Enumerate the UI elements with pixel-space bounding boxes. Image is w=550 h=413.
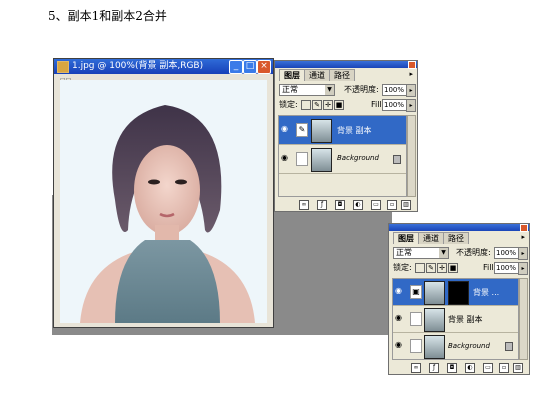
opacity-arrow-button[interactable]: ▸ (406, 84, 416, 97)
lock-icon (393, 155, 401, 164)
minimize-button[interactable]: _ (229, 60, 243, 74)
layer-style-icon[interactable]: ƒ (317, 200, 327, 210)
layer-row[interactable]: ◉ Background (279, 145, 406, 174)
image-window[interactable]: 1.jpg @ 100%(背景 副本,RGB) _ □ × ▭▭ (53, 58, 274, 328)
opacity-label: 不透明度: (456, 248, 491, 257)
lock-move-icon[interactable]: ✛ (437, 263, 447, 273)
eye-icon[interactable]: ◉ (395, 341, 404, 349)
tab-paths[interactable]: 路径 (443, 232, 469, 244)
layer-name[interactable]: Background (448, 342, 490, 350)
step-caption: 5、副本1和副本2合并 (48, 9, 167, 23)
panel-menu-arrow[interactable]: ▸ (521, 233, 525, 241)
new-layer-icon[interactable]: ▫ (387, 200, 397, 210)
chevron-down-icon: ▼ (439, 248, 448, 258)
layer-row[interactable]: ◉ 背景 副本 (393, 306, 518, 333)
image-window-title: 1.jpg @ 100%(背景 副本,RGB) (72, 61, 204, 71)
blend-mode-value: 正常 (282, 85, 298, 94)
folder-icon[interactable]: ▭ (483, 363, 493, 373)
panel-menu-arrow[interactable]: ▸ (409, 70, 413, 78)
layer-name[interactable]: 背景 副本 (337, 125, 372, 136)
layer-thumbnail (311, 148, 332, 172)
tab-layers[interactable]: 图层 (393, 232, 419, 244)
link-icon[interactable]: ∞ (299, 200, 309, 210)
lock-all-icon[interactable]: ■ (334, 100, 344, 110)
link-icon[interactable]: ∞ (411, 363, 421, 373)
tab-channels[interactable]: 通道 (304, 69, 330, 81)
layer-mask-thumbnail (448, 281, 469, 305)
maximize-button[interactable]: □ (243, 60, 257, 74)
opacity-input[interactable]: 100% (382, 84, 409, 96)
opacity-input[interactable]: 100% (494, 247, 521, 259)
panel-top-close-button[interactable] (408, 61, 416, 69)
blend-mode-select[interactable]: 正常 ▼ (393, 247, 449, 259)
fill-input[interactable]: 100% (494, 262, 521, 274)
lock-label: 锁定: (393, 263, 412, 272)
layer-thumbnail (424, 281, 445, 305)
mask-icon[interactable]: ◘ (335, 200, 345, 210)
layer-row[interactable]: ◉ Background (393, 333, 518, 359)
brush-icon: ✎ (296, 123, 308, 137)
folder-icon[interactable]: ▭ (371, 200, 381, 210)
lock-all-icon[interactable]: ■ (448, 263, 458, 273)
lock-brush-icon[interactable]: ✎ (426, 263, 436, 273)
adjustment-icon[interactable]: ◐ (353, 200, 363, 210)
portrait-photo (60, 80, 267, 323)
document-icon (57, 61, 69, 73)
adjustment-icon[interactable]: ◐ (465, 363, 475, 373)
lock-transparent-icon[interactable] (415, 263, 425, 273)
layers-scrollbar[interactable] (407, 115, 416, 197)
eye-icon[interactable]: ◉ (281, 125, 290, 133)
layers-panel-bottom[interactable]: 图层 通道 路径 ▸ 正常 ▼ 不透明度: 100% ▸ 锁定: ✎ ✛ ■ Fill… (388, 223, 530, 375)
panel-bottom-bottom-toolbar: ∞ ƒ ◘ ◐ ▭ ▫ ▥ (389, 360, 529, 374)
panel-top-header[interactable] (275, 61, 417, 69)
layers-scrollbar[interactable] (519, 278, 528, 360)
lock-move-icon[interactable]: ✛ (323, 100, 333, 110)
tab-channels[interactable]: 通道 (418, 232, 444, 244)
opacity-label: 不透明度: (344, 85, 379, 94)
mask-icon[interactable]: ◘ (447, 363, 457, 373)
close-button[interactable]: × (257, 60, 271, 74)
layers-list[interactable]: ◉ ▣ 背景 ... ◉ 背景 副本 ◉ Background (392, 278, 519, 360)
layer-thumbnail (424, 335, 445, 359)
image-window-titlebar[interactable]: 1.jpg @ 100%(背景 副本,RGB) _ □ × (54, 59, 273, 74)
fill-arrow-button[interactable]: ▸ (518, 262, 528, 275)
layer-row[interactable]: ◉ ✎ 背景 副本 (279, 116, 406, 145)
link-slot[interactable] (410, 312, 422, 326)
blend-mode-select[interactable]: 正常 ▼ (279, 84, 335, 96)
layers-panel-top[interactable]: 图层 通道 路径 ▸ 正常 ▼ 不透明度: 100% ▸ 锁定: ✎ ✛ ■ Fill… (274, 60, 418, 212)
tab-paths[interactable]: 路径 (329, 69, 355, 81)
layers-list[interactable]: ◉ ✎ 背景 副本 ◉ Background (278, 115, 407, 197)
new-layer-icon[interactable]: ▫ (499, 363, 509, 373)
panel-bottom-header[interactable] (389, 224, 529, 232)
layer-name[interactable]: Background (337, 154, 379, 162)
tab-layers[interactable]: 图层 (279, 69, 305, 81)
link-slot[interactable] (296, 152, 308, 166)
eye-icon[interactable]: ◉ (281, 154, 290, 162)
layer-row[interactable]: ◉ ▣ 背景 ... (393, 279, 518, 306)
layer-thumbnail (424, 308, 445, 332)
trash-icon[interactable]: ▥ (513, 363, 523, 373)
layer-thumbnail (311, 119, 332, 143)
link-slot[interactable] (410, 339, 422, 353)
lock-icon (505, 342, 513, 351)
opacity-arrow-button[interactable]: ▸ (518, 247, 528, 260)
layer-name[interactable]: 背景 ... (473, 287, 499, 298)
trash-icon[interactable]: ▥ (401, 200, 411, 210)
eye-icon[interactable]: ◉ (395, 314, 404, 322)
fill-input[interactable]: 100% (382, 99, 409, 111)
lock-brush-icon[interactable]: ✎ (312, 100, 322, 110)
fill-arrow-button[interactable]: ▸ (406, 99, 416, 112)
chevron-down-icon: ▼ (325, 85, 334, 95)
photo-canvas[interactable] (60, 80, 267, 323)
blend-mode-value: 正常 (396, 248, 412, 257)
lock-transparent-icon[interactable] (301, 100, 311, 110)
mask-edit-icon: ▣ (410, 285, 422, 299)
lock-label: 锁定: (279, 100, 298, 109)
layer-style-icon[interactable]: ƒ (429, 363, 439, 373)
panel-top-bottom-toolbar: ∞ ƒ ◘ ◐ ▭ ▫ ▥ (275, 197, 417, 211)
panel-bottom-close-button[interactable] (520, 224, 528, 232)
eye-icon[interactable]: ◉ (395, 287, 404, 295)
layer-name[interactable]: 背景 副本 (448, 314, 483, 325)
